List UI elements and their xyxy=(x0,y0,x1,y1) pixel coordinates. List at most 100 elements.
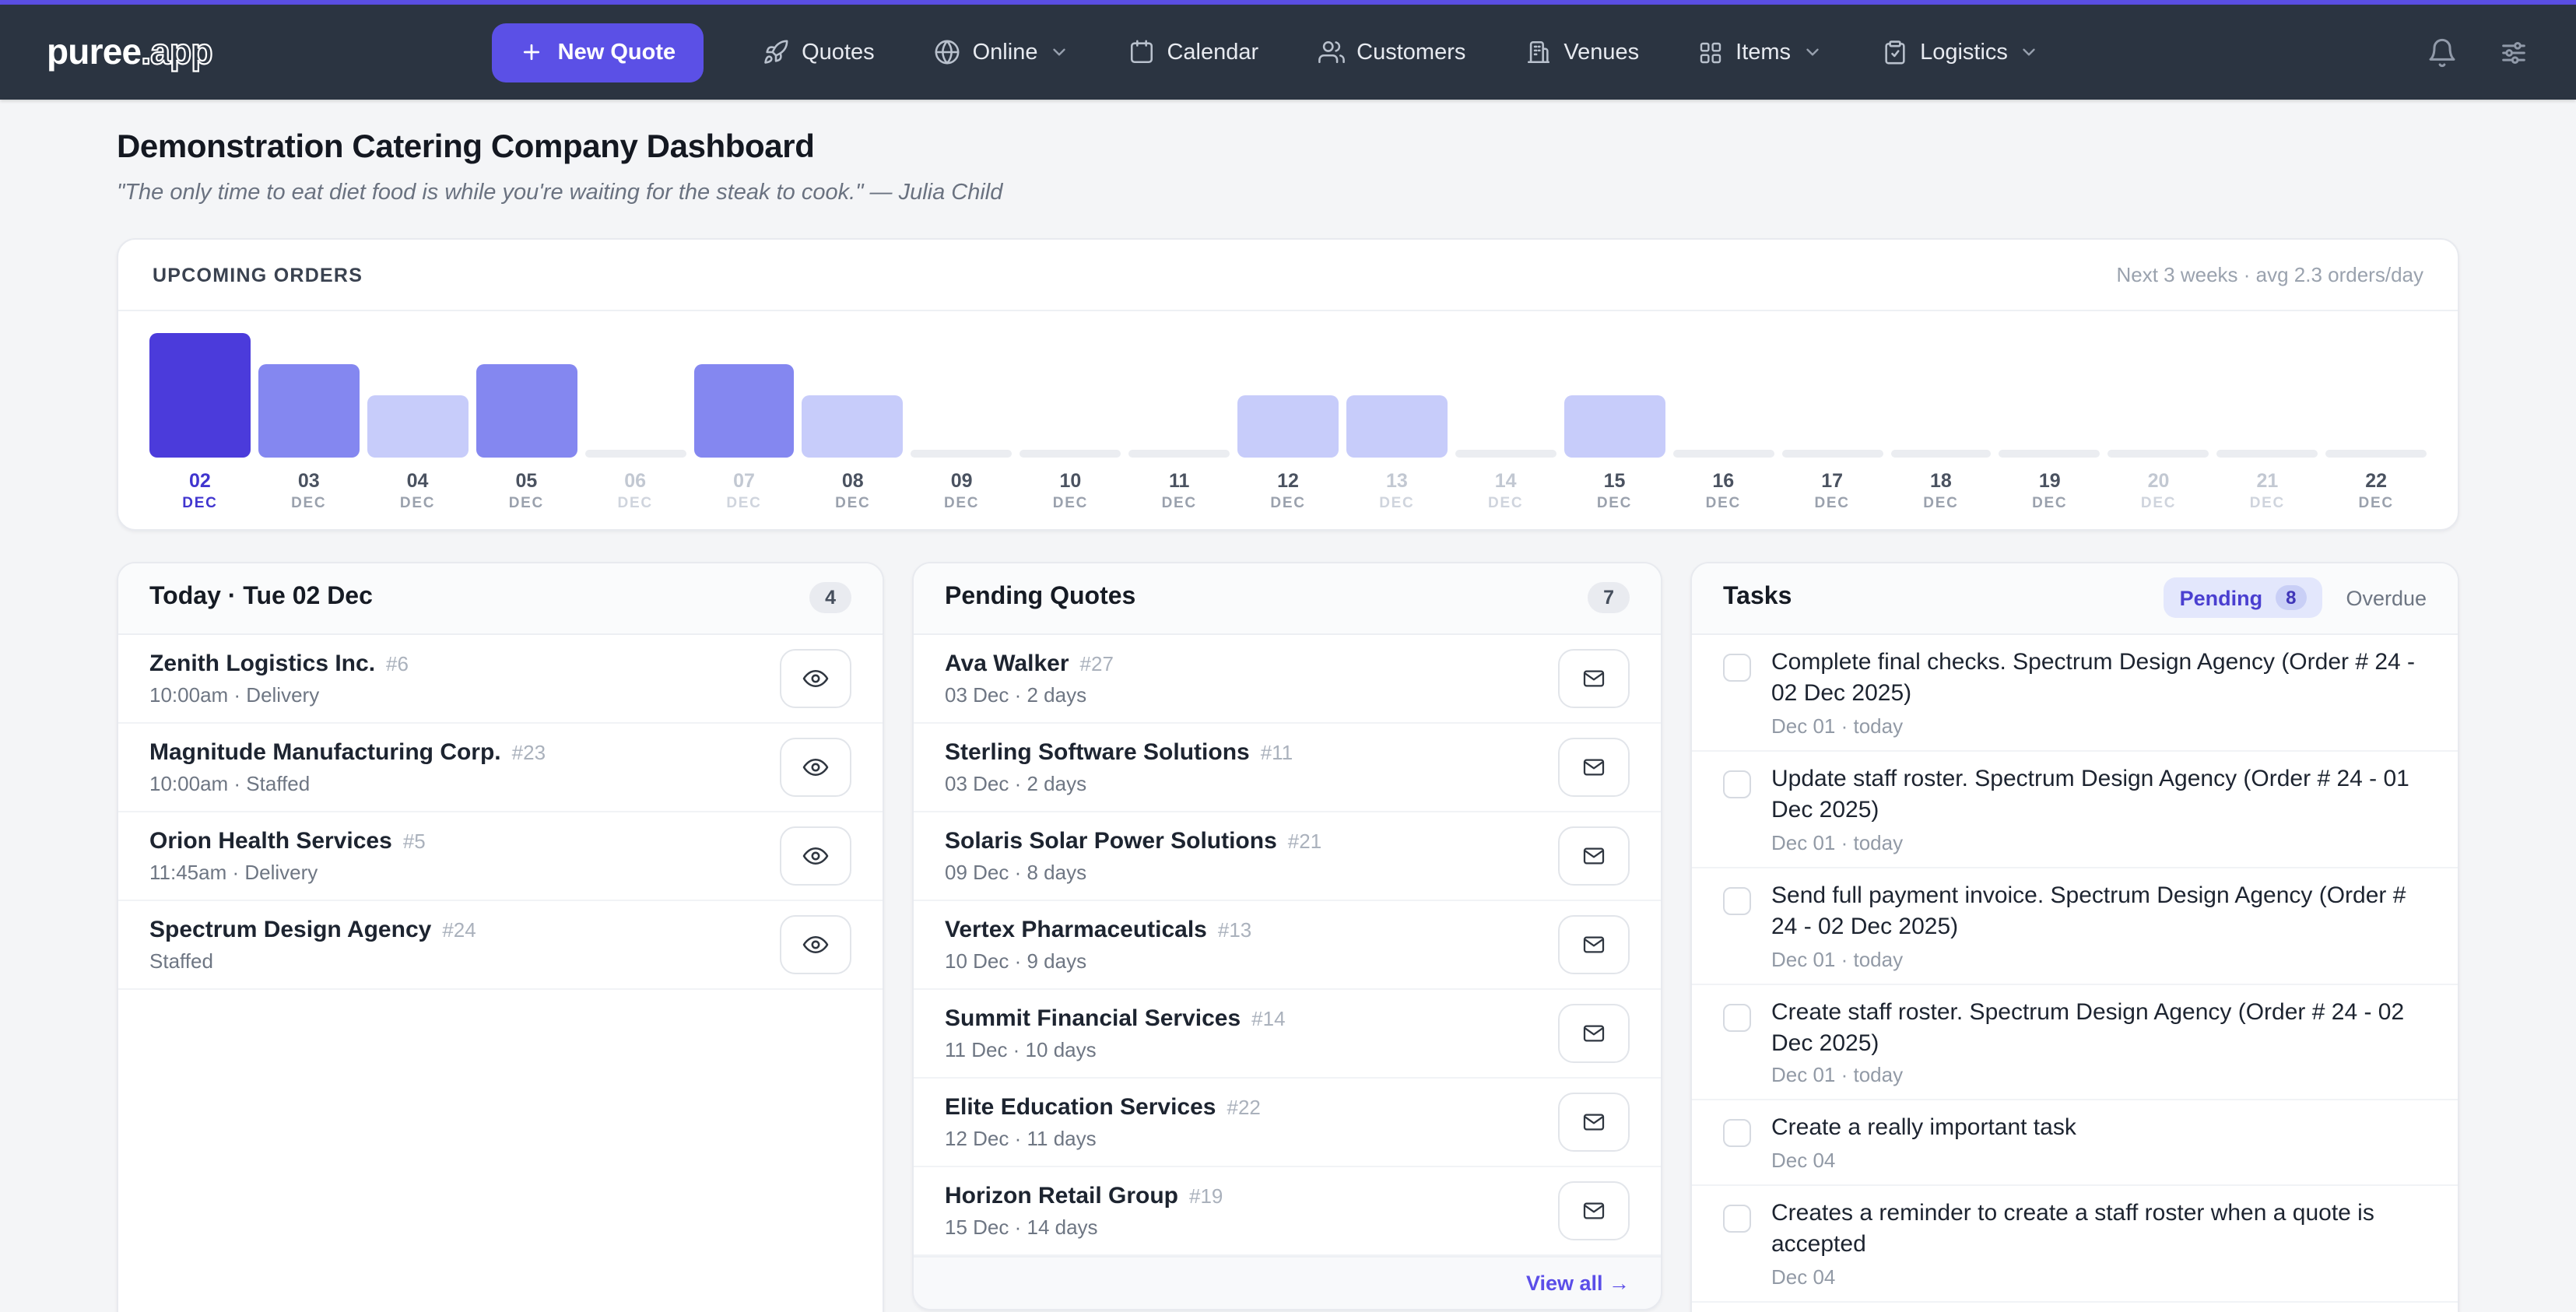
bar-month-label: DEC xyxy=(1488,494,1523,514)
bar-column[interactable] xyxy=(1020,450,1121,458)
bar-column[interactable] xyxy=(1564,395,1665,458)
view-order-button[interactable] xyxy=(780,649,851,708)
nav-item-logistics[interactable]: Logistics xyxy=(1881,39,2039,65)
email-quote-button[interactable] xyxy=(1558,1004,1630,1063)
bar-day-label: 05 xyxy=(515,470,537,494)
bar-column[interactable] xyxy=(258,364,360,458)
orders-bar[interactable] xyxy=(1564,395,1665,458)
orders-bar[interactable] xyxy=(367,395,469,458)
bar-column[interactable] xyxy=(584,450,686,458)
notifications-button[interactable] xyxy=(2427,37,2458,68)
view-order-button[interactable] xyxy=(780,738,851,797)
bar-column[interactable] xyxy=(693,364,795,458)
today-count-badge: 4 xyxy=(809,583,851,614)
app-logo[interactable]: puree.app xyxy=(47,31,212,73)
email-quote-button[interactable] xyxy=(1558,649,1630,708)
view-all-link[interactable]: View all → xyxy=(1526,1272,1630,1295)
clipboard-check-icon xyxy=(1881,39,1907,65)
bar-day-label: 14 xyxy=(1495,470,1517,494)
view-order-button[interactable] xyxy=(780,915,851,974)
orders-bar[interactable] xyxy=(693,364,795,458)
bar-column[interactable] xyxy=(476,364,577,458)
bar-month-label: DEC xyxy=(509,494,544,514)
task-checkbox[interactable] xyxy=(1723,886,1751,914)
bar-column[interactable] xyxy=(1672,450,1774,458)
task-checkbox[interactable] xyxy=(1723,770,1751,798)
task-checkbox[interactable] xyxy=(1723,1003,1751,1031)
bar-month-label: DEC xyxy=(1379,494,1414,514)
orders-bar[interactable] xyxy=(1346,395,1448,458)
orders-bar[interactable] xyxy=(149,333,251,458)
orders-bar[interactable] xyxy=(2216,450,2318,458)
nav-item-customers[interactable]: Customers xyxy=(1318,39,1465,65)
email-quote-button[interactable] xyxy=(1558,1093,1630,1152)
orders-bar[interactable] xyxy=(1237,395,1339,458)
nav-item-online[interactable]: Online xyxy=(934,39,1069,65)
view-order-button[interactable] xyxy=(780,826,851,886)
nav-item-venues[interactable]: Venues xyxy=(1525,39,1639,65)
task-title: Update staff roster. Spectrum Design Age… xyxy=(1771,764,2427,826)
bar-column[interactable] xyxy=(2216,450,2318,458)
task-checkbox[interactable] xyxy=(1723,654,1751,682)
orders-bar[interactable] xyxy=(1672,450,1774,458)
bar-column[interactable] xyxy=(1346,395,1448,458)
bar-column[interactable] xyxy=(1890,450,1992,458)
nav-item-quotes[interactable]: Quotes xyxy=(763,39,875,65)
nav-item-label: Items xyxy=(1735,40,1791,65)
nav-item-items[interactable]: Items xyxy=(1698,40,1822,65)
email-quote-button[interactable] xyxy=(1558,915,1630,974)
bar-column[interactable] xyxy=(1999,450,2100,458)
bar-column[interactable] xyxy=(367,395,469,458)
task-checkbox[interactable] xyxy=(1723,1205,1751,1233)
orders-bar[interactable] xyxy=(2325,450,2427,458)
task-row: Create staff roster. Spectrum Design Age… xyxy=(1692,984,2458,1101)
tab-overdue[interactable]: Overdue xyxy=(2346,587,2427,610)
task-row: Send full payment invoice. Spectrum Desi… xyxy=(1692,868,2458,984)
nav-item-calendar[interactable]: Calendar xyxy=(1128,39,1258,65)
orders-bar[interactable] xyxy=(1455,450,1556,458)
bar-column[interactable] xyxy=(2325,450,2427,458)
quote-row: Solaris Solar Power Solutions #21 09 Dec… xyxy=(914,812,1661,901)
orders-bar[interactable] xyxy=(1999,450,2100,458)
task-title: Creates a reminder to create a staff ros… xyxy=(1771,1199,2427,1261)
quote-id: #27 xyxy=(1080,652,1114,675)
bar-column[interactable] xyxy=(149,333,251,458)
orders-bar[interactable] xyxy=(1890,450,1992,458)
bar-column[interactable] xyxy=(1455,450,1556,458)
plus-icon xyxy=(521,40,544,64)
quote-meta: 15 Dec · 14 days xyxy=(945,1216,1223,1239)
orders-bar[interactable] xyxy=(2108,450,2209,458)
orders-bar[interactable] xyxy=(1781,450,1883,458)
email-quote-button[interactable] xyxy=(1558,738,1630,797)
orders-bar[interactable] xyxy=(802,395,904,458)
page-title: Demonstration Catering Company Dashboard xyxy=(117,129,2459,167)
bar-label-column: 15 DEC xyxy=(1564,470,1665,514)
email-quote-button[interactable] xyxy=(1558,1181,1630,1240)
tab-pending-count-badge: 8 xyxy=(2275,586,2307,611)
users-icon xyxy=(1318,39,1344,65)
email-quote-button[interactable] xyxy=(1558,826,1630,886)
orders-bar[interactable] xyxy=(1020,450,1121,458)
bar-day-label: 12 xyxy=(1277,470,1299,494)
new-quote-button[interactable]: New Quote xyxy=(493,23,704,82)
bar-day-label: 06 xyxy=(624,470,646,494)
orders-bar[interactable] xyxy=(584,450,686,458)
bar-chart-labels: 02 DEC 03 DEC 04 DEC 05 DEC 06 DEC 07 DE… xyxy=(149,470,2427,514)
task-checkbox[interactable] xyxy=(1723,1120,1751,1148)
orders-bar[interactable] xyxy=(1128,450,1230,458)
quote-row: Summit Financial Services #14 11 Dec · 1… xyxy=(914,990,1661,1079)
orders-bar[interactable] xyxy=(911,450,1013,458)
orders-bar[interactable] xyxy=(258,364,360,458)
bar-column[interactable] xyxy=(1237,395,1339,458)
quote-meta: 10 Dec · 9 days xyxy=(945,949,1251,973)
upcoming-orders-title: UPCOMING ORDERS xyxy=(153,264,363,286)
orders-bar[interactable] xyxy=(476,364,577,458)
bar-column[interactable] xyxy=(1781,450,1883,458)
bar-label-column: 12 DEC xyxy=(1237,470,1339,514)
bar-column[interactable] xyxy=(1128,450,1230,458)
bar-column[interactable] xyxy=(2108,450,2209,458)
bar-column[interactable] xyxy=(802,395,904,458)
tab-pending[interactable]: Pending 8 xyxy=(2164,578,2323,619)
bar-column[interactable] xyxy=(911,450,1013,458)
settings-button[interactable] xyxy=(2498,37,2529,68)
